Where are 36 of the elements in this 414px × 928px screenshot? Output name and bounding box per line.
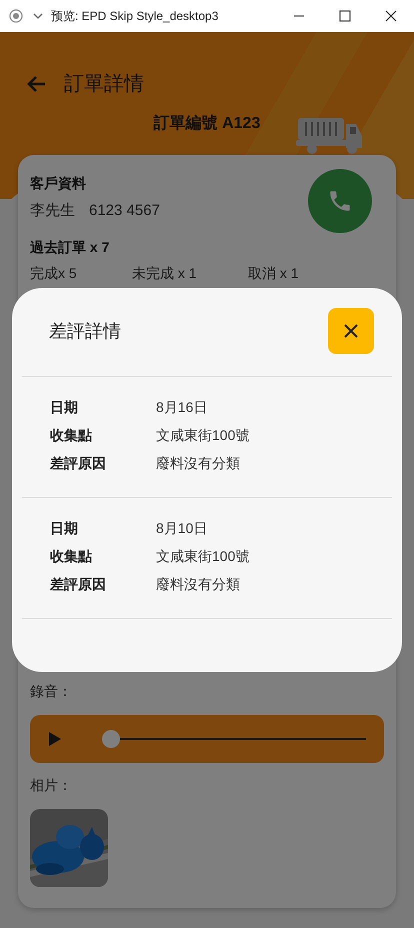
close-button[interactable] bbox=[328, 308, 374, 354]
truck-icon bbox=[294, 116, 364, 156]
field-label: 差評原因 bbox=[50, 455, 107, 473]
order-stat: 取消 x 1 bbox=[248, 265, 300, 283]
field-value: 文咸東街100號 bbox=[156, 427, 250, 445]
field-label: 收集點 bbox=[50, 427, 93, 445]
field-label: 相片： bbox=[30, 777, 73, 795]
maximize-icon[interactable] bbox=[339, 10, 351, 22]
section-heading: 客戶資料 bbox=[30, 175, 87, 193]
field-value: 8月16日 bbox=[156, 399, 208, 417]
field-value: 文咸東街100號 bbox=[156, 548, 250, 566]
back-arrow-icon[interactable] bbox=[26, 74, 46, 92]
close-icon[interactable] bbox=[385, 10, 397, 22]
audio-slider[interactable] bbox=[102, 730, 366, 748]
window-title: 预览: EPD Skip Style_desktop3 bbox=[51, 8, 218, 24]
field-label: 收集點 bbox=[50, 548, 93, 566]
order-number: 訂單編號 A123 bbox=[154, 115, 260, 132]
field-value: 廢料沒有分類 bbox=[156, 455, 240, 473]
record-icon[interactable] bbox=[9, 9, 23, 23]
field-value: 廢料沒有分類 bbox=[156, 576, 240, 594]
field-value: 8月10日 bbox=[156, 520, 208, 538]
field-label: 錄音： bbox=[30, 683, 73, 701]
play-icon[interactable] bbox=[48, 731, 62, 747]
field-label: 日期 bbox=[50, 399, 79, 417]
phone-number: 6123 4567 bbox=[89, 202, 160, 219]
order-stat: 完成x 5 bbox=[30, 265, 78, 283]
section-heading: 過去訂單 x 7 bbox=[30, 239, 110, 257]
chevron-down-icon[interactable] bbox=[33, 13, 43, 19]
field-label: 差評原因 bbox=[50, 576, 107, 594]
page-title: 訂單詳情 bbox=[64, 72, 144, 97]
dialog-title: 差評詳情 bbox=[49, 320, 121, 343]
field-label: 日期 bbox=[50, 520, 79, 538]
customer-name: 李先生 bbox=[30, 202, 75, 219]
close-icon bbox=[343, 323, 359, 339]
order-stat: 未完成 x 1 bbox=[132, 265, 198, 283]
slider-thumb[interactable] bbox=[102, 730, 120, 748]
